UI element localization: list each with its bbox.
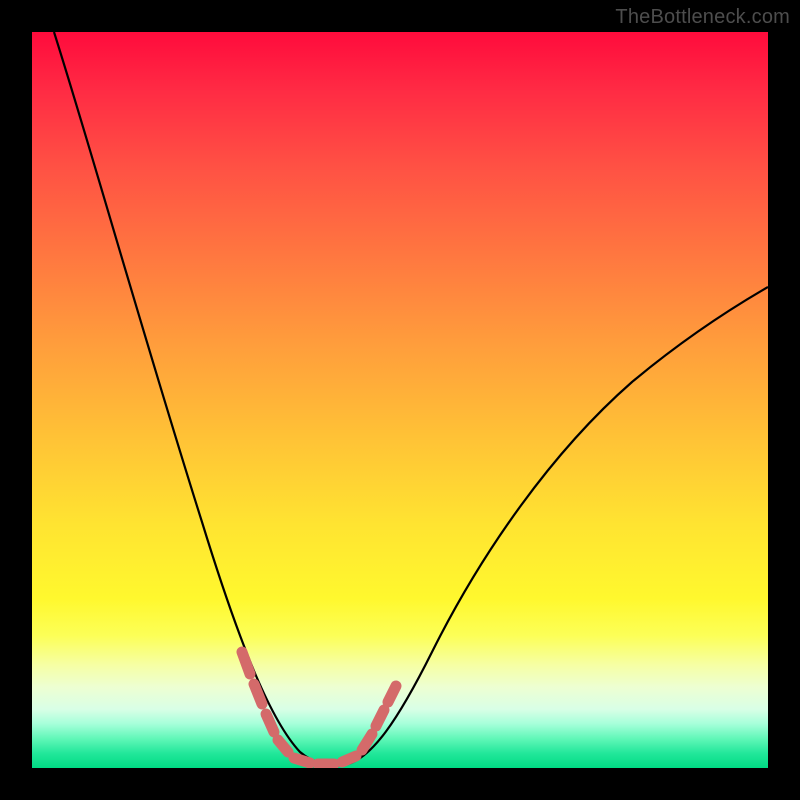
- curve-layer: [32, 32, 768, 768]
- plot-area: [32, 32, 768, 768]
- bottleneck-curve: [54, 32, 768, 766]
- chart-frame: TheBottleneck.com: [0, 0, 800, 800]
- watermark-text: TheBottleneck.com: [615, 6, 790, 29]
